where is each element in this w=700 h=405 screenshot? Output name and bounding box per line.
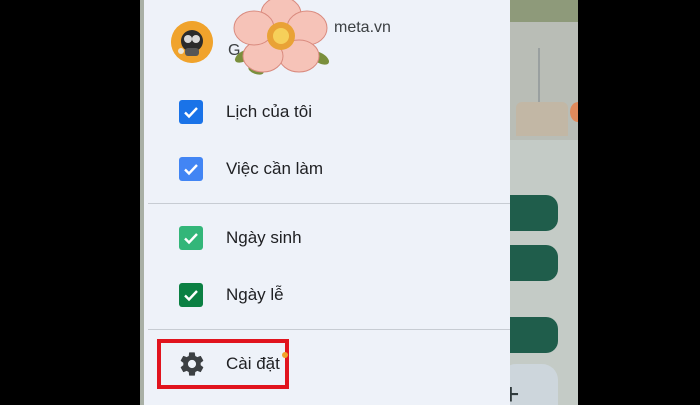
checkbox[interactable] <box>179 226 203 250</box>
checkbox[interactable] <box>179 100 203 124</box>
notification-dot <box>282 352 288 358</box>
calendar-item-my-calendar[interactable]: Lịch của tôi <box>144 87 510 137</box>
banner-sun <box>570 102 578 122</box>
calendar-item-holidays[interactable]: Ngày lễ <box>144 270 510 320</box>
calendar-item-label: Ngày lễ <box>226 285 284 304</box>
background-event-chip <box>510 195 558 231</box>
calendar-item-birthdays[interactable]: Ngày sinh <box>144 213 510 263</box>
calendar-item-label: Việc cần làm <box>226 159 324 178</box>
background-banner-image <box>510 22 578 140</box>
calendar-item-tasks[interactable]: Việc cần làm <box>144 144 510 194</box>
background-calendar-view <box>500 0 578 405</box>
divider <box>148 203 510 204</box>
banner-building <box>516 102 568 136</box>
background-event-chip <box>510 245 558 281</box>
divider <box>148 329 510 330</box>
account-email: meta.vn <box>334 19 391 36</box>
background-event-chip <box>510 317 558 353</box>
checkbox[interactable] <box>179 283 203 307</box>
checkbox[interactable] <box>179 157 203 181</box>
account-header[interactable]: G meta.vn <box>144 0 510 80</box>
avatar[interactable] <box>171 21 213 63</box>
flower-sticker <box>222 0 340 80</box>
background-header <box>510 0 578 22</box>
calendar-item-label: Lịch của tôi <box>226 102 312 121</box>
calendar-item-label: Ngày sinh <box>226 228 302 247</box>
highlight-box <box>157 339 289 389</box>
